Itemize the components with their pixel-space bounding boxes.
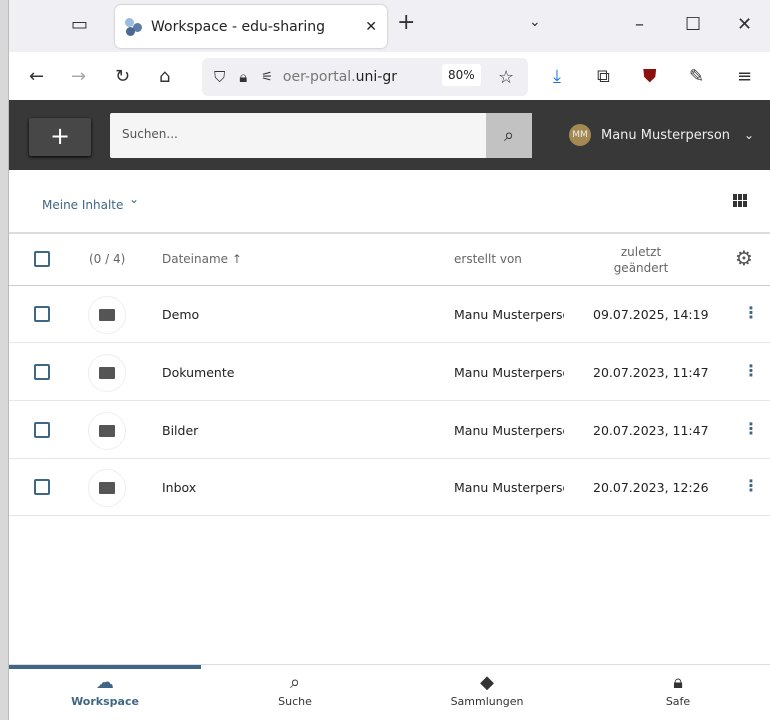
- row-checkbox[interactable]: [34, 306, 50, 322]
- file-name[interactable]: Inbox: [162, 480, 196, 495]
- sort-arrow-up-icon: ↑: [231, 252, 242, 266]
- modified-date: 20.07.2023, 12:26: [593, 480, 709, 495]
- search-input[interactable]: [122, 127, 482, 141]
- folder-icon: [88, 412, 126, 450]
- nav-safe[interactable]: 🔒︎ Safe: [582, 671, 770, 708]
- modified-date: 20.07.2023, 11:47: [593, 423, 709, 438]
- table-row[interactable]: Bilder Manu Musterperso 20.07.2023, 11:4…: [9, 402, 770, 459]
- minimize-icon[interactable]: –: [635, 14, 644, 35]
- creator: Manu Musterperso: [454, 365, 564, 380]
- navigation-bar: ← → ↻ ⌂ ⛉ 🔒︎ ⚟ oer-portal.uni-gr 80% ☆ ⤓…: [9, 52, 770, 100]
- file-name[interactable]: Dokumente: [162, 365, 234, 380]
- forward-icon[interactable]: →: [71, 66, 86, 87]
- bottom-navigation: ☁ Workspace ⌕ Suche ◆ Sammlungen 🔒︎ Safe: [9, 664, 770, 720]
- nav-sammlungen[interactable]: ◆ Sammlungen: [391, 671, 583, 708]
- creator: Manu Musterperso: [454, 480, 564, 495]
- more-options-icon[interactable]: ⋮: [743, 303, 759, 322]
- nav-label: Sammlungen: [450, 695, 524, 708]
- grid-view-icon[interactable]: [733, 194, 749, 207]
- row-checkbox[interactable]: [34, 422, 50, 438]
- chevron-down-icon: ⌄: [744, 128, 755, 142]
- user-name: Manu Musterperson: [601, 127, 731, 143]
- permissions-icon: ⚟: [261, 69, 273, 85]
- avatar: MM: [569, 124, 591, 146]
- tab-overview-icon[interactable]: ▭: [71, 14, 88, 35]
- shield-icon: ⛉: [214, 68, 226, 86]
- column-modified[interactable]: zuletzt geändert: [601, 244, 681, 276]
- search-button[interactable]: ⌕: [486, 113, 532, 158]
- file-name[interactable]: Demo: [162, 307, 199, 322]
- url-domain: oer-portal.: [282, 69, 356, 85]
- list-tabs-chevron-icon[interactable]: ⌄: [529, 14, 541, 30]
- back-icon[interactable]: ←: [29, 66, 44, 87]
- search-icon: ⌕: [503, 125, 515, 146]
- lock-icon: 🔒︎: [239, 68, 248, 86]
- url-bar[interactable]: ⛉ 🔒︎ ⚟ oer-portal.uni-gr 80% ☆: [202, 58, 528, 96]
- search-icon: ⌕: [289, 672, 301, 693]
- zoom-level[interactable]: 80%: [442, 64, 481, 86]
- nav-label: Workspace: [71, 695, 139, 708]
- row-checkbox[interactable]: [34, 479, 50, 495]
- downloads-icon[interactable]: ⤓: [553, 66, 561, 87]
- more-options-icon[interactable]: ⋮: [743, 361, 759, 380]
- url-domain-bold: uni-gr: [355, 69, 397, 85]
- workspace-toolbar: Meine Inhalte ⌄: [9, 170, 770, 234]
- gear-icon[interactable]: ⚙: [735, 246, 753, 270]
- nav-label: Suche: [278, 695, 312, 708]
- column-modified-line1: zuletzt: [620, 245, 662, 259]
- nav-label: Safe: [665, 695, 691, 708]
- column-modified-line2: geändert: [613, 261, 669, 275]
- select-all-checkbox[interactable]: [34, 251, 50, 267]
- reload-icon[interactable]: ↻: [115, 66, 130, 87]
- more-options-icon[interactable]: ⋮: [743, 419, 759, 438]
- close-window-icon[interactable]: ✕: [737, 14, 752, 35]
- search-box: ⌕: [110, 113, 532, 158]
- folder-icon: [88, 354, 126, 392]
- folder-icon: [88, 296, 126, 334]
- edu-sharing-favicon: [125, 17, 143, 36]
- close-tab-icon[interactable]: ✕: [365, 19, 377, 35]
- nav-suche[interactable]: ⌕ Suche: [199, 671, 391, 708]
- scope-selector[interactable]: Meine Inhalte: [42, 198, 123, 212]
- maximize-icon[interactable]: ☐: [685, 14, 701, 35]
- lock-icon: 🔒︎: [673, 672, 683, 693]
- table-row[interactable]: Dokumente Manu Musterperso 20.07.2023, 1…: [9, 344, 770, 401]
- table-row[interactable]: Demo Manu Musterperso 09.07.2025, 14:19 …: [9, 286, 770, 343]
- nav-workspace[interactable]: ☁ Workspace: [9, 671, 201, 708]
- home-icon[interactable]: ⌂: [159, 66, 170, 87]
- app-header: + ⌕ MM Manu Musterperson ⌄: [9, 100, 770, 170]
- column-name-label: Dateiname: [162, 252, 229, 266]
- sort-by-name[interactable]: Dateiname ↑: [162, 252, 242, 266]
- tab-title: Workspace - edu-sharing: [151, 18, 326, 35]
- extension-badger-icon[interactable]: ✎: [689, 66, 704, 87]
- creator: Manu Musterperso: [454, 307, 564, 322]
- folder-icon: [88, 469, 126, 507]
- cloud-icon: ☁: [96, 672, 114, 693]
- add-button[interactable]: +: [29, 118, 91, 156]
- selection-count: (0 / 4): [89, 252, 126, 266]
- layers-icon: ◆: [480, 672, 494, 693]
- more-options-icon[interactable]: ⋮: [743, 476, 759, 495]
- active-tab-indicator: [9, 665, 201, 669]
- modified-date: 09.07.2025, 14:19: [593, 307, 709, 322]
- menu-icon[interactable]: ≡: [737, 66, 752, 87]
- file-name[interactable]: Bilder: [162, 423, 198, 438]
- browser-window: ▭ Workspace - edu-sharing ✕ + ⌄ – ☐ ✕ ← …: [8, 0, 770, 720]
- table-row[interactable]: Inbox Manu Musterperso 20.07.2023, 12:26…: [9, 459, 770, 516]
- bookmark-star-icon[interactable]: ☆: [498, 67, 514, 88]
- extensions-icon[interactable]: ⧉: [597, 66, 610, 87]
- user-menu[interactable]: MM Manu Musterperson ⌄: [569, 124, 754, 146]
- row-checkbox[interactable]: [34, 364, 50, 380]
- modified-date: 20.07.2023, 11:47: [593, 365, 709, 380]
- ublock-icon[interactable]: ⛊: [643, 66, 657, 87]
- table-header: (0 / 4) Dateiname ↑ erstellt von zuletzt…: [9, 234, 770, 286]
- column-creator[interactable]: erstellt von: [454, 252, 522, 266]
- new-tab-icon[interactable]: +: [397, 10, 415, 35]
- browser-tab[interactable]: Workspace - edu-sharing ✕: [115, 5, 387, 48]
- creator: Manu Musterperso: [454, 423, 564, 438]
- tab-strip: ▭ Workspace - edu-sharing ✕ + ⌄ – ☐ ✕: [9, 0, 770, 52]
- chevron-down-icon[interactable]: ⌄: [129, 192, 139, 206]
